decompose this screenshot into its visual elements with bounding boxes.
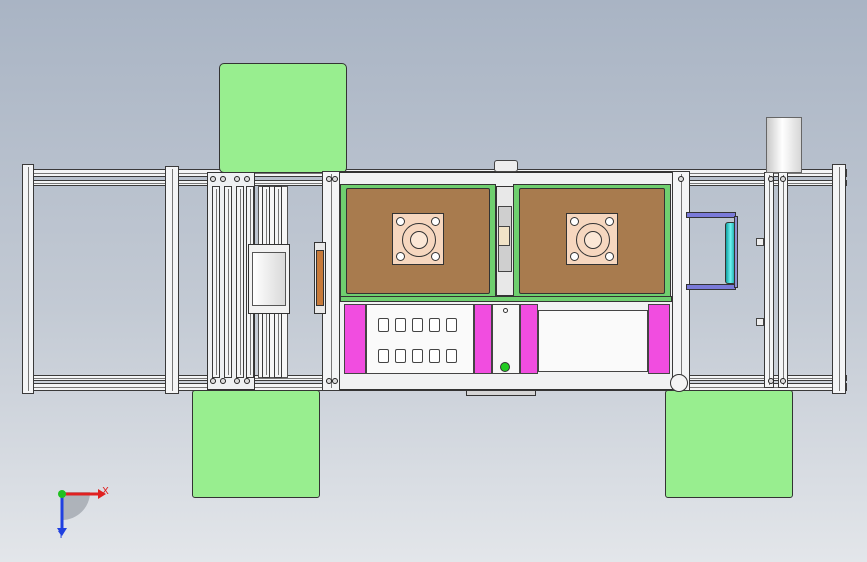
right-roller-arm-bottom bbox=[686, 284, 736, 290]
frame-left-mid-post bbox=[165, 166, 179, 394]
motor-hole bbox=[431, 217, 440, 226]
right-magenta-panel-a bbox=[520, 304, 538, 374]
motor-shaft bbox=[410, 231, 428, 249]
frame-right-end-post bbox=[832, 164, 846, 394]
z-axis-dot bbox=[58, 490, 66, 498]
keypad-key[interactable] bbox=[429, 349, 440, 363]
right-stepper-motor-icon bbox=[566, 213, 618, 265]
bolt bbox=[234, 378, 240, 384]
motor-hole bbox=[605, 217, 614, 226]
left-slide-carriage-block bbox=[252, 252, 286, 306]
keypad-key[interactable] bbox=[395, 349, 406, 363]
left-slide-rail-c bbox=[236, 186, 244, 378]
keypad-key[interactable] bbox=[412, 349, 423, 363]
white-cylinder-tower bbox=[766, 117, 802, 173]
bolt bbox=[244, 378, 250, 384]
cabinet-left-handle-grip bbox=[316, 250, 324, 306]
right-blank-panel bbox=[538, 310, 648, 372]
center-magenta-panel bbox=[474, 304, 492, 374]
bolt bbox=[768, 378, 774, 384]
keypad-key[interactable] bbox=[446, 349, 457, 363]
y-axis-label: Y bbox=[58, 530, 65, 541]
right-small-tab bbox=[756, 238, 764, 246]
motor-hole bbox=[570, 217, 579, 226]
keypad-key[interactable] bbox=[378, 318, 389, 332]
bolt bbox=[210, 378, 216, 384]
right-roller-side bbox=[734, 216, 738, 288]
axis-triad-icon bbox=[57, 489, 106, 536]
left-stepper-motor-icon bbox=[392, 213, 444, 265]
frame-left-end-post bbox=[22, 164, 34, 394]
right-roller-arm-top bbox=[686, 212, 736, 218]
center-divider-block bbox=[498, 226, 510, 246]
frame-right-mid-post-2 bbox=[778, 172, 788, 388]
bolt bbox=[244, 176, 250, 182]
keypad-key[interactable] bbox=[395, 318, 406, 332]
right-small-tab-2 bbox=[756, 318, 764, 326]
motor-hole bbox=[396, 252, 405, 261]
bolt bbox=[780, 176, 786, 182]
motor-shaft bbox=[584, 231, 602, 249]
left-slide-rail-a bbox=[212, 186, 220, 378]
left-magenta-panel bbox=[344, 304, 366, 374]
corner-wheel bbox=[670, 374, 688, 392]
x-axis-label: X bbox=[102, 486, 109, 497]
keypad-key[interactable] bbox=[446, 318, 457, 332]
cabinet-right-post bbox=[672, 171, 690, 391]
left-slide-rail-b bbox=[224, 186, 232, 378]
bottom-bracket bbox=[466, 390, 536, 396]
top-left-pad bbox=[219, 63, 347, 173]
top-sensor bbox=[494, 160, 518, 172]
bolt bbox=[332, 176, 338, 182]
indicator-screw bbox=[503, 308, 508, 313]
motor-hole bbox=[570, 252, 579, 261]
right-magenta-panel-b bbox=[648, 304, 670, 374]
motor-hole bbox=[605, 252, 614, 261]
bolt bbox=[332, 378, 338, 384]
green-indicator-light bbox=[500, 362, 510, 372]
bolt bbox=[220, 176, 226, 182]
frame-right-mid-post bbox=[764, 172, 774, 388]
bottom-right-pad bbox=[665, 390, 793, 498]
keypad-key[interactable] bbox=[412, 318, 423, 332]
bolt bbox=[210, 176, 216, 182]
keypad-key[interactable] bbox=[378, 349, 389, 363]
bolt bbox=[678, 176, 684, 182]
plate-green-strip bbox=[340, 296, 672, 302]
bottom-left-pad bbox=[192, 390, 320, 498]
bolt bbox=[768, 176, 774, 182]
triad-shadow bbox=[62, 492, 90, 520]
motor-hole bbox=[431, 252, 440, 261]
motor-hole bbox=[396, 217, 405, 226]
keypad-key[interactable] bbox=[429, 318, 440, 332]
bolt bbox=[234, 176, 240, 182]
bolt bbox=[780, 378, 786, 384]
bolt bbox=[220, 378, 226, 384]
keypad-panel bbox=[366, 304, 474, 374]
